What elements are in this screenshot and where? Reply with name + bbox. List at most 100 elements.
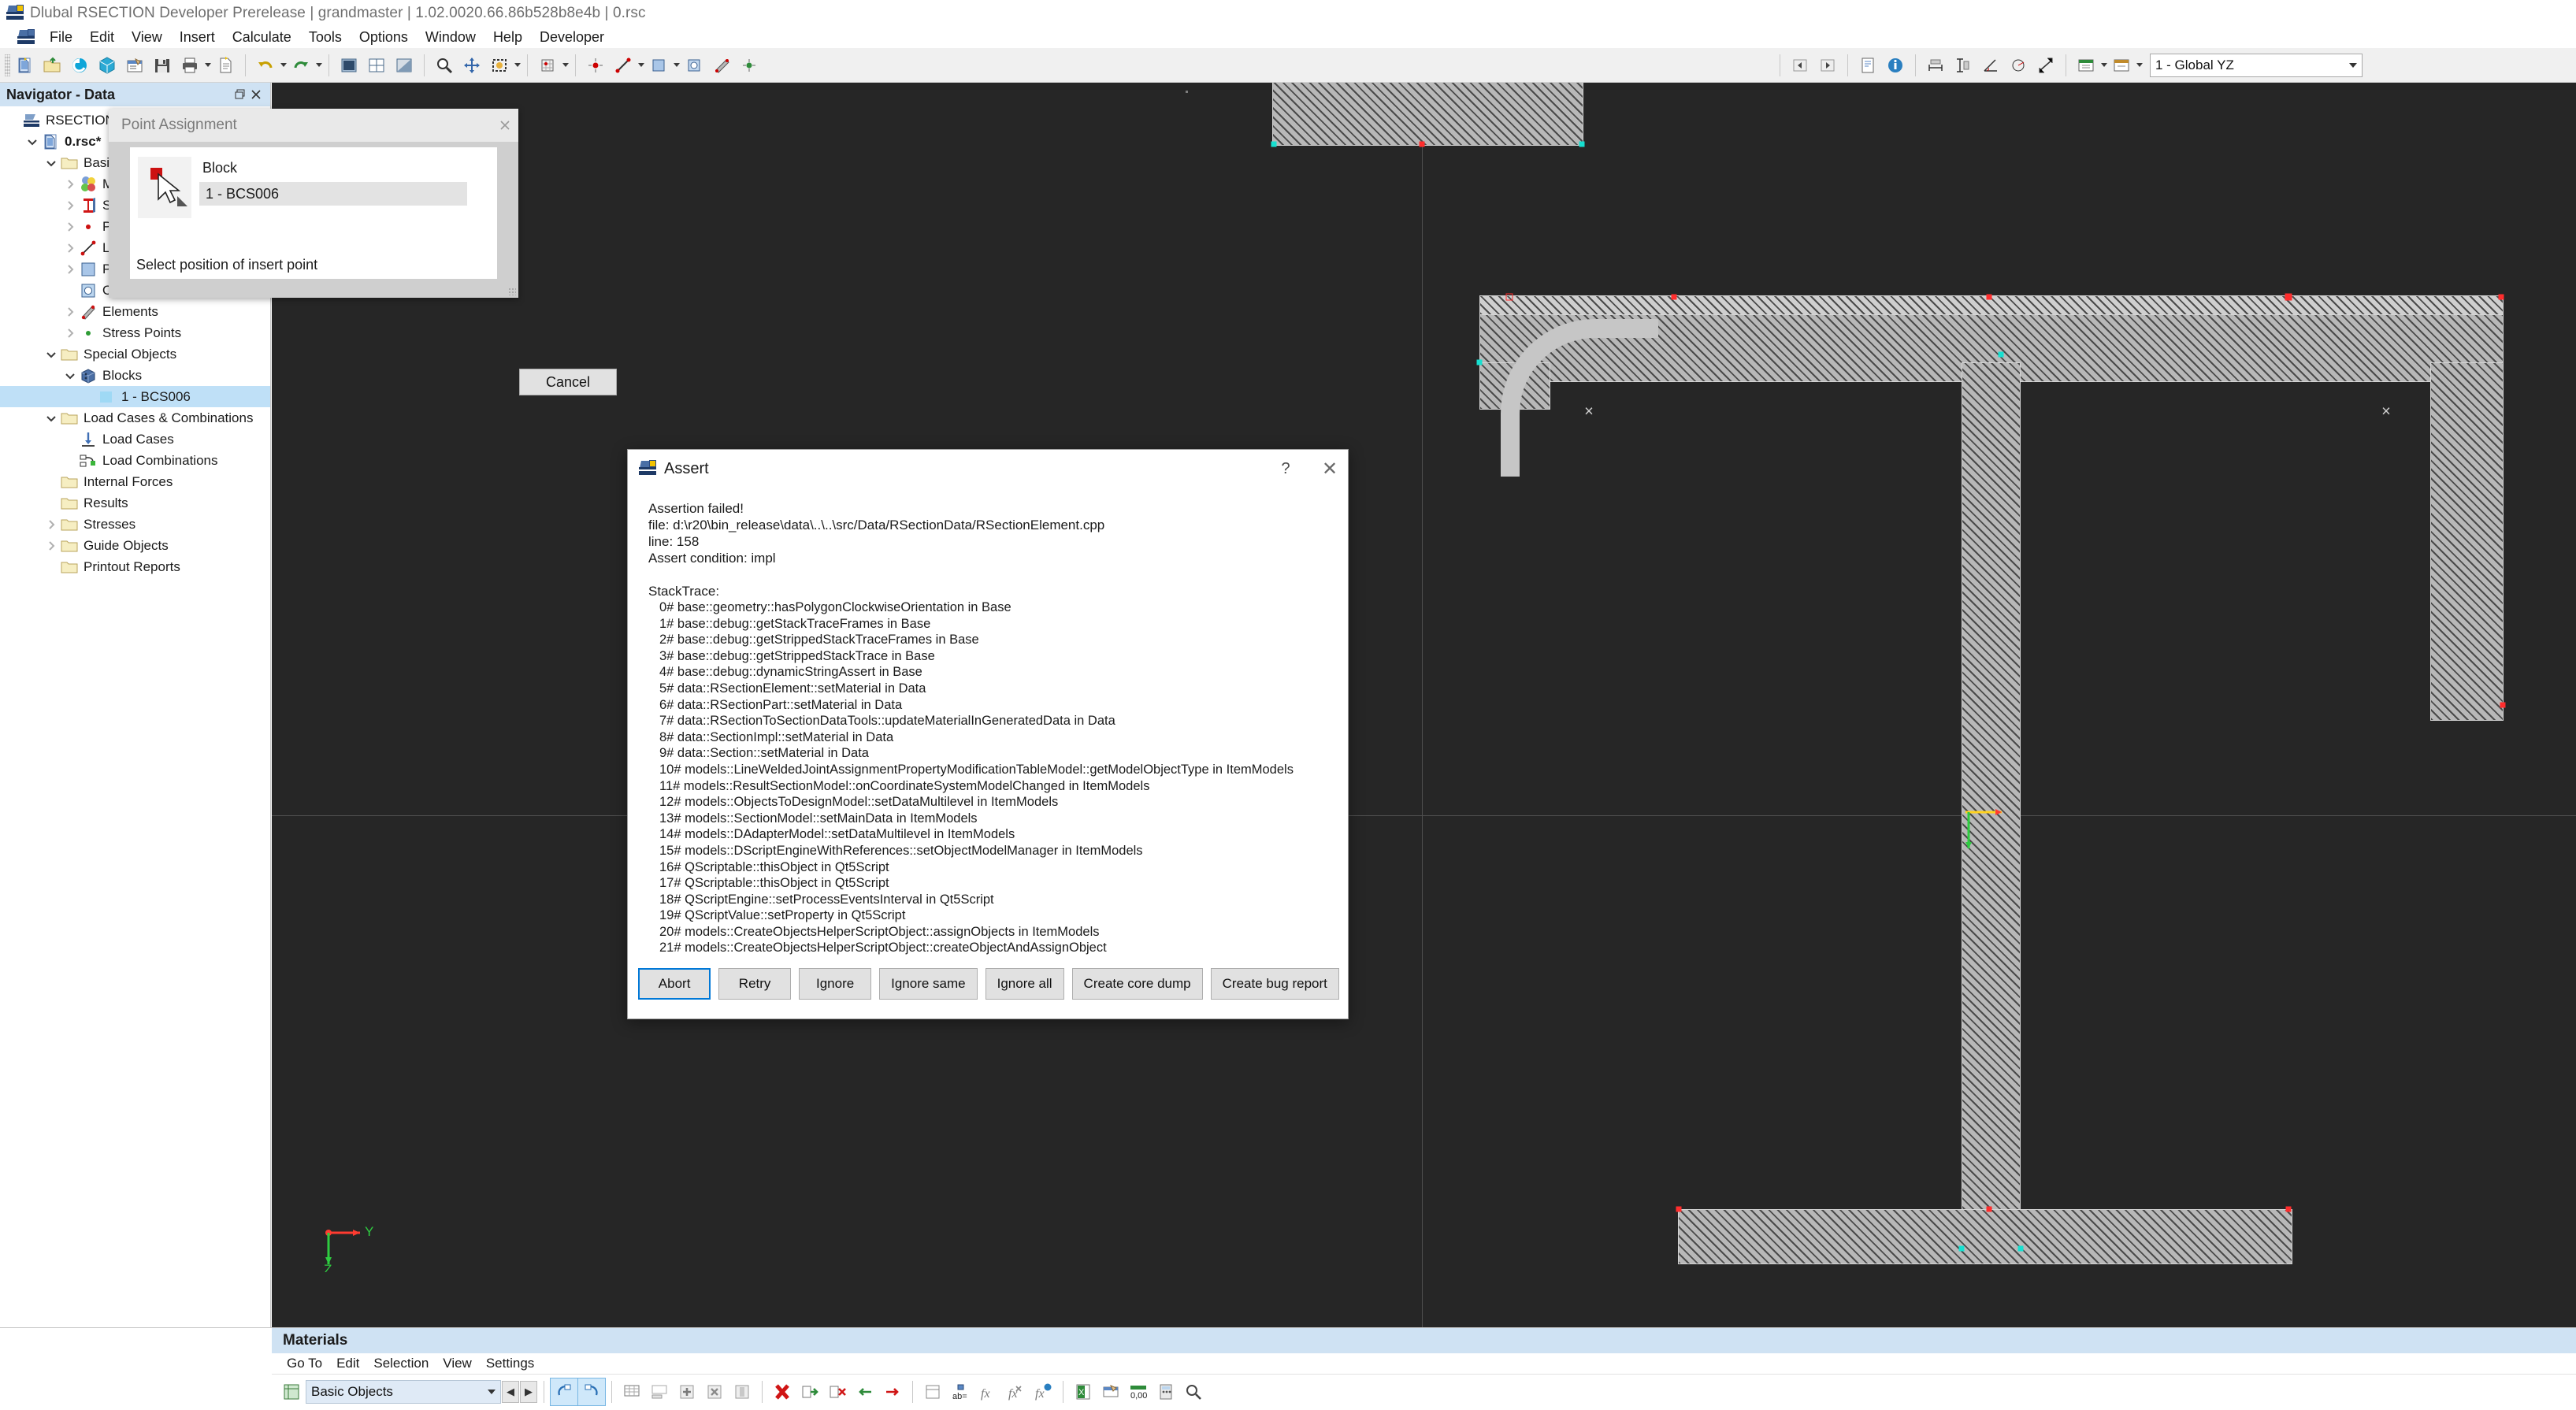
redo-table-icon[interactable] — [577, 1377, 606, 1406]
dim-horizontal-icon[interactable] — [1922, 52, 1949, 79]
line-dropdown-icon[interactable] — [638, 63, 644, 67]
tree-item-internal-forces[interactable]: Internal Forces — [0, 471, 270, 492]
chevron-right-icon[interactable] — [61, 237, 79, 258]
3d-cube-icon[interactable] — [94, 52, 121, 79]
resize-grip[interactable] — [508, 288, 516, 295]
cancel-button[interactable]: Cancel — [519, 369, 617, 395]
new-report-icon[interactable] — [212, 52, 239, 79]
ignore-same-button[interactable]: Ignore same — [879, 968, 978, 1000]
save-icon[interactable] — [149, 52, 176, 79]
block-field-value[interactable]: 1 - BCS006 — [199, 182, 467, 206]
create-core-dump-button[interactable]: Create core dump — [1071, 968, 1203, 1000]
menu-item-calculate[interactable]: Calculate — [224, 28, 300, 47]
opening-tool-icon[interactable] — [681, 52, 707, 79]
element-tool-icon[interactable] — [708, 52, 735, 79]
calculator-icon[interactable] — [1153, 1378, 1179, 1405]
assert-dialog[interactable]: Assert ? ✕ Assertion failed! file: d:\r2… — [627, 449, 1349, 1019]
fx-help-icon[interactable]: fx — [1030, 1378, 1056, 1405]
result-table-icon[interactable] — [2073, 52, 2099, 79]
prev-arrow-icon[interactable]: ◀ — [502, 1380, 519, 1403]
tree-item-load-cases[interactable]: Load Cases — [0, 429, 270, 450]
zoom-dropdown-icon[interactable] — [514, 63, 521, 67]
point-assignment-dialog[interactable]: Point Assignment Block 1 - BCS006 Select… — [109, 109, 617, 395]
next-arrow-icon[interactable]: ▶ — [520, 1380, 537, 1403]
blank-table-icon[interactable] — [919, 1378, 946, 1405]
tree-item-stresses[interactable]: Stresses — [0, 514, 270, 535]
display-props-icon[interactable] — [2108, 52, 2135, 79]
grid-snap-icon[interactable] — [534, 52, 561, 79]
abort-button[interactable]: Abort — [638, 968, 711, 1000]
retry-button[interactable]: Retry — [718, 968, 792, 1000]
menu-item-edit[interactable]: Edit — [81, 28, 123, 47]
table-footer-icon[interactable] — [646, 1378, 673, 1405]
chevron-right-icon[interactable] — [61, 173, 79, 195]
materials-menu-settings[interactable]: Settings — [479, 1355, 541, 1372]
chevron-down-icon[interactable] — [61, 365, 79, 386]
grid-dropdown-icon[interactable] — [562, 63, 569, 67]
print-dropdown-icon[interactable] — [205, 63, 211, 67]
new-document-icon[interactable] — [11, 52, 38, 79]
menu-item-view[interactable]: View — [123, 28, 171, 47]
menu-item-help[interactable]: Help — [484, 28, 531, 47]
abeq-icon[interactable]: ab= — [947, 1378, 974, 1405]
tree-item-results[interactable]: Results — [0, 492, 270, 514]
ignore-all-button[interactable]: Ignore all — [985, 968, 1064, 1000]
info-icon[interactable] — [1882, 52, 1909, 79]
menu-item-options[interactable]: Options — [351, 28, 417, 47]
tree-item-load-combinations[interactable]: Load Combinations — [0, 450, 270, 471]
materials-menu-edit[interactable]: Edit — [329, 1355, 366, 1372]
fx-icon[interactable]: fx — [974, 1378, 1001, 1405]
chevron-down-icon[interactable] — [24, 131, 41, 152]
fx-cut-icon[interactable]: fx — [1002, 1378, 1029, 1405]
undo-dropdown-icon[interactable] — [280, 63, 287, 67]
zoom-all-icon[interactable] — [486, 52, 513, 79]
redo-dropdown-icon[interactable] — [316, 63, 322, 67]
chevron-down-icon[interactable] — [43, 407, 60, 429]
part-dropdown-icon[interactable] — [674, 63, 680, 67]
render-shade-icon[interactable] — [391, 52, 418, 79]
delete-row-icon[interactable] — [701, 1378, 728, 1405]
toolbar-grip[interactable] — [5, 54, 10, 76]
menu-item-file[interactable]: File — [41, 28, 81, 47]
part-tool-icon[interactable] — [645, 52, 672, 79]
menu-item-window[interactable]: Window — [417, 28, 484, 47]
point-tool-icon[interactable] — [582, 52, 609, 79]
menu-item-developer[interactable]: Developer — [531, 28, 613, 47]
render-wire-icon[interactable] — [363, 52, 390, 79]
ignore-button[interactable]: Ignore — [799, 968, 872, 1000]
table-print-icon[interactable] — [1097, 1378, 1124, 1405]
materials-menu-view[interactable]: View — [436, 1355, 479, 1372]
help-icon[interactable]: ? — [1268, 451, 1304, 487]
model-viewport[interactable]: × × Y Z — [272, 83, 2576, 1331]
tree-item-elements[interactable]: Elements — [0, 301, 270, 322]
reload-icon[interactable] — [66, 52, 93, 79]
close-icon[interactable] — [248, 87, 264, 102]
column-icon[interactable] — [729, 1378, 755, 1405]
excel-export-icon[interactable]: X — [1070, 1378, 1097, 1405]
close-icon[interactable] — [492, 112, 518, 139]
undo-table-icon[interactable] — [550, 1377, 578, 1406]
result-dropdown-icon[interactable] — [2101, 63, 2107, 67]
dim-radius-icon[interactable] — [2005, 52, 2032, 79]
stresspoint-tool-icon[interactable] — [736, 52, 763, 79]
redo-icon[interactable] — [288, 52, 314, 79]
materials-menu-goto[interactable]: Go To — [280, 1355, 329, 1372]
printout-icon[interactable] — [1854, 52, 1881, 79]
tree-item-load-cases-combinations[interactable]: Load Cases & Combinations — [0, 407, 270, 429]
chevron-right-icon[interactable] — [61, 195, 79, 216]
tree-item-1-bcs006[interactable]: 1 - BCS006 — [0, 386, 270, 407]
materials-menu-selection[interactable]: Selection — [366, 1355, 436, 1372]
import-icon[interactable] — [796, 1378, 823, 1405]
search-icon[interactable] — [1180, 1378, 1207, 1405]
decimals-icon[interactable]: 0,00 — [1125, 1378, 1152, 1405]
prev-view-icon[interactable] — [1787, 52, 1813, 79]
chevron-right-icon[interactable] — [43, 514, 60, 535]
chevron-right-icon[interactable] — [61, 216, 79, 237]
insert-row-icon[interactable] — [674, 1378, 700, 1405]
next-view-icon[interactable] — [1814, 52, 1841, 79]
view-combo[interactable]: 1 - Global YZ — [2150, 53, 2363, 77]
undo-icon[interactable] — [252, 52, 279, 79]
print-icon[interactable] — [176, 52, 203, 79]
tree-item-printout-reports[interactable]: Printout Reports — [0, 556, 270, 577]
chevron-right-icon[interactable] — [61, 258, 79, 280]
